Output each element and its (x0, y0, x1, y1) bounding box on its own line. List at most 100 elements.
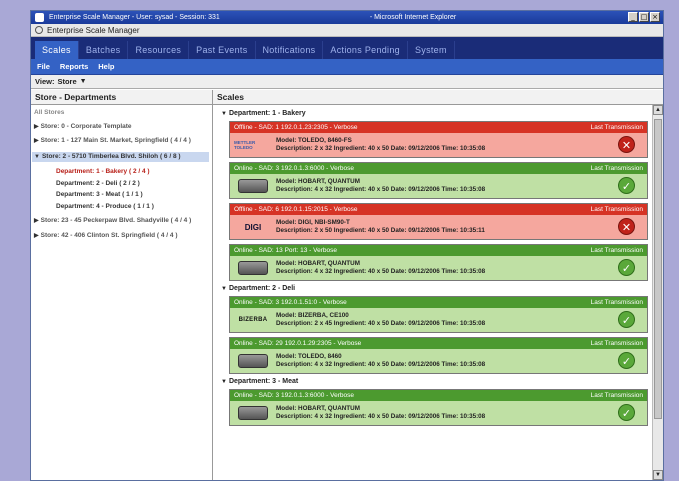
scale-info: Model: BIZERBA, CE100 Description: 2 x 45… (276, 312, 485, 328)
scale-card[interactable]: Offline - SAD: 6 192.0.1.15:2015 - Verbo… (229, 203, 648, 240)
tree-store[interactable]: ▶ Store: 42 - 406 Clinton St. Springfield… (34, 232, 209, 241)
scale-card[interactable]: Online - SAD: 13 Port: 13 - Verbose Last … (229, 244, 648, 281)
scale-info: Model: HOBART, QUANTUM Description: 4 x 3… (276, 178, 485, 194)
department-header[interactable]: ▼ Department: 1 - Bakery (221, 110, 648, 117)
checkmark-icon: ✓ (618, 259, 635, 276)
scale-device-shape (238, 261, 268, 275)
scale-device-shape (238, 179, 268, 193)
scale-card[interactable]: Online - SAD: 3 192.0.1.3:6000 - Verbose… (229, 389, 648, 426)
checkmark-icon: ✓ (618, 177, 635, 194)
tree-all-stores[interactable]: All Stores (34, 109, 209, 118)
scale-device-icon (234, 259, 272, 277)
tab-system[interactable]: System (408, 41, 455, 59)
scale-device-shape (238, 406, 268, 420)
app-logo-icon (35, 26, 43, 34)
scale-status-header: Online - SAD: 13 Port: 13 - Verbose Last … (230, 245, 647, 256)
scale-status-header: Online - SAD: 29 192.0.1.29:2305 - Verbo… (230, 338, 647, 349)
menu-help[interactable]: Help (98, 62, 114, 71)
view-select[interactable]: Store (57, 77, 76, 86)
collapse-triangle-icon[interactable]: ▼ (221, 111, 227, 117)
collapse-triangle-icon[interactable]: ▼ (34, 154, 40, 160)
tree-store[interactable]: ▶ Store: 1 - 127 Main St. Market, Springf… (34, 137, 209, 146)
expand-triangle-icon[interactable]: ▶ (34, 124, 39, 130)
tree-department-meat[interactable]: Department: 3 - Meat ( 1 / 1 ) (34, 191, 209, 200)
scale-body: Model: HOBART, QUANTUM Description: 4 x 3… (230, 174, 647, 198)
tab-batches[interactable]: Batches (79, 41, 129, 59)
scale-device-icon (234, 177, 272, 195)
scroll-up-icon[interactable]: ▲ (653, 105, 663, 115)
tree-store[interactable]: ▶ Store: 23 - 45 Peckerpaw Blvd. Shadyvil… (34, 217, 209, 226)
scale-body: BIZERBA Model: BIZERBA, CE100 Description:… (230, 308, 647, 332)
last-transmission-label: Last Transmission (590, 340, 643, 347)
scale-model: Model: TOLEDO, 8460 (276, 353, 342, 360)
scroll-down-icon[interactable]: ▼ (653, 470, 663, 480)
tree-department-deli[interactable]: Department: 2 - Deli ( 2 / 2 ) (34, 180, 209, 189)
left-pane-title: Store - Departments (31, 90, 212, 105)
app-titlebar: Enterprise Scale Manager (31, 24, 663, 37)
scale-description: Description: 4 x 32 Ingredient: 40 x 50 … (276, 361, 486, 368)
department-header[interactable]: ▼ Department: 3 - Meat (221, 378, 648, 385)
submenu-bar: File Reports Help (31, 59, 663, 75)
tab-notifications[interactable]: Notifications (256, 41, 324, 59)
tab-actions-pending[interactable]: Actions Pending (323, 41, 408, 59)
tree-department-produce[interactable]: Department: 4 - Produce ( 1 / 1 ) (34, 203, 209, 212)
expand-triangle-icon[interactable]: ▶ (34, 233, 39, 239)
menu-reports[interactable]: Reports (60, 62, 88, 71)
scale-description: Description: 2 x 50 Ingredient: 40 x 50 … (276, 227, 485, 234)
brand-logo: METTLER TOLEDO (234, 140, 256, 150)
ie-titlebar: Enterprise Scale Manager - User: sysad -… (31, 11, 663, 24)
scale-status-text: Online - SAD: 13 Port: 13 - Verbose (234, 247, 337, 254)
expand-triangle-icon[interactable]: ▶ (34, 218, 39, 224)
scale-card[interactable]: Offline - SAD: 1 192.0.1.23:2305 - Verbo… (229, 121, 648, 158)
tree-department-bakery[interactable]: Department: 1 - Bakery ( 2 / 4 ) (34, 168, 209, 177)
tree-store[interactable]: ▶ Store: 0 - Corporate Template (34, 123, 209, 132)
tab-resources[interactable]: Resources (128, 41, 190, 59)
close-button[interactable]: × (650, 12, 660, 22)
last-transmission-label: Last Transmission (590, 299, 643, 306)
view-bar: View: Store ▼ (31, 75, 663, 89)
scale-status-text: Online - SAD: 3 192.0.1.3:6000 - Verbose (234, 392, 354, 399)
menu-file[interactable]: File (37, 62, 50, 71)
scale-status-header: Offline - SAD: 6 192.0.1.15:2015 - Verbo… (230, 204, 647, 215)
scroll-thumb[interactable] (654, 119, 662, 419)
minimize-button[interactable]: _ (628, 12, 638, 22)
scale-info: Model: HOBART, QUANTUM Description: 4 x 3… (276, 405, 485, 421)
scale-info: Model: DIGI, NBI-SM90-T Description: 2 x … (276, 219, 485, 235)
scale-device-icon (234, 352, 272, 370)
scale-body: Model: HOBART, QUANTUM Description: 4 x 3… (230, 401, 647, 425)
scale-status-text: Online - SAD: 3 192.0.1.51:0 - Verbose (234, 299, 347, 306)
window-title: Enterprise Scale Manager - User: sysad -… (49, 14, 220, 21)
scale-status-header: Offline - SAD: 1 192.0.1.23:2305 - Verbo… (230, 122, 647, 133)
content-area: Store - Departments All Stores ▶ Store: 0… (31, 90, 663, 480)
chevron-down-icon[interactable]: ▼ (80, 78, 87, 85)
department-header[interactable]: ▼ Department: 2 - Deli (221, 285, 648, 292)
last-transmission-label: Last Transmission (590, 124, 643, 131)
last-transmission-label: Last Transmission (590, 206, 643, 213)
tree-store-selected[interactable]: ▼ Store: 2 - 5710 Timberlea Blvd. Shiloh … (32, 151, 209, 162)
scale-description: Description: 4 x 32 Ingredient: 40 x 50 … (276, 268, 486, 275)
view-label: View: (35, 77, 55, 86)
collapse-triangle-icon[interactable]: ▼ (221, 379, 227, 385)
scale-card[interactable]: Online - SAD: 3 192.0.1.3:6000 - Verbose… (229, 162, 648, 199)
brand-logo: BIZERBA (238, 317, 268, 323)
scales-list: ▼ Department: 1 - Bakery Offline - SAD: 1 … (213, 105, 652, 480)
collapse-triangle-icon[interactable]: ▼ (221, 286, 227, 292)
expand-triangle-icon[interactable]: ▶ (34, 138, 39, 144)
scale-card[interactable]: Online - SAD: 3 192.0.1.51:0 - Verbose La… (229, 296, 648, 333)
tab-scales[interactable]: Scales (35, 41, 79, 59)
last-transmission-label: Last Transmission (590, 247, 643, 254)
store-departments-pane: Store - Departments All Stores ▶ Store: 0… (31, 90, 213, 480)
maximize-button[interactable]: □ (639, 12, 649, 22)
scale-status-text: Offline - SAD: 1 192.0.1.23:2305 - Verbo… (234, 124, 358, 131)
store-tree: All Stores ▶ Store: 0 - Corporate Templat… (31, 105, 212, 250)
last-transmission-label: Last Transmission (590, 392, 643, 399)
vertical-scrollbar[interactable]: ▲ ▼ (652, 105, 663, 480)
tab-past-events[interactable]: Past Events (189, 41, 256, 59)
browser-window: Enterprise Scale Manager - User: sysad -… (30, 10, 664, 481)
scale-model: Model: DIGI, NBI-SM90-T (276, 219, 350, 226)
scale-card[interactable]: Online - SAD: 29 192.0.1.29:2305 - Verbo… (229, 337, 648, 374)
scale-model: Model: HOBART, QUANTUM (276, 178, 360, 185)
scale-body: DIGI Model: DIGI, NBI-SM90-T Description: … (230, 215, 647, 239)
scale-model: Model: TOLEDO, 8460-FS (276, 137, 352, 144)
checkmark-icon: ✓ (618, 352, 635, 369)
